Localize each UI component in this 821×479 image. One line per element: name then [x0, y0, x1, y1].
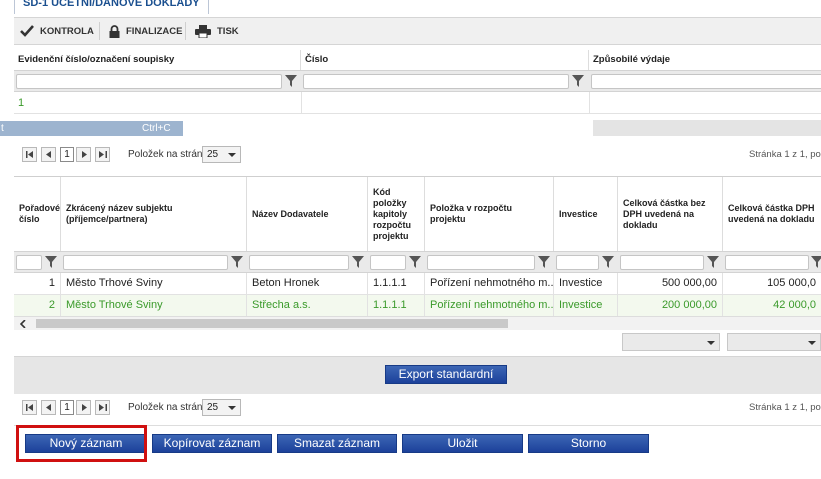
- column-header[interactable]: Celková částka bez DPH uvedená na doklad…: [618, 177, 723, 251]
- cell-value: 1: [18, 97, 25, 109]
- tisk-button[interactable]: TISK: [195, 18, 239, 44]
- scrollbar[interactable]: [593, 120, 821, 136]
- next-page-button[interactable]: [76, 400, 91, 415]
- filter-icon[interactable]: [231, 256, 243, 268]
- copy-tooltip: t Ctrl+C: [0, 121, 183, 136]
- column-header[interactable]: Celková částka DPH uvedená na dokladu: [723, 177, 821, 251]
- filter-icon[interactable]: [45, 256, 57, 268]
- summary-select[interactable]: [622, 333, 720, 351]
- filter-icon[interactable]: [285, 75, 297, 87]
- finalizace-button[interactable]: FINALIZACE: [109, 18, 182, 44]
- filter-input[interactable]: [370, 255, 406, 270]
- filter-input[interactable]: [591, 74, 821, 89]
- column-header[interactable]: Název Dodavatele: [247, 177, 368, 251]
- first-page-icon: [25, 404, 33, 411]
- copy-record-button[interactable]: Kopírovat záznam: [152, 434, 272, 453]
- column-header[interactable]: Číslo: [301, 50, 589, 70]
- last-page-icon: [98, 151, 107, 158]
- first-page-button[interactable]: [22, 400, 37, 415]
- first-page-button[interactable]: [22, 147, 37, 162]
- records-grid: Pořadové číslo Zkrácený název subjektu (…: [14, 176, 821, 318]
- filter-row: [14, 251, 821, 273]
- per-page-label: Položek na stránku: [128, 149, 214, 160]
- page-number[interactable]: 1: [60, 147, 74, 162]
- chevron-down-icon: [707, 341, 715, 345]
- first-page-icon: [25, 151, 33, 158]
- per-page-label: Položek na stránku: [128, 402, 214, 413]
- page-info: Stránka 1 z 1, polož: [749, 402, 821, 413]
- toolbar: KONTROLA FINALIZACE TISK: [14, 17, 821, 45]
- highlight-callout: [16, 425, 147, 462]
- table-row[interactable]: 1 Město Trhové Sviny Beton Hronek 1.1.1.…: [14, 273, 821, 295]
- export-button[interactable]: Export standardní: [385, 365, 507, 384]
- tisk-label: TISK: [217, 25, 239, 37]
- last-page-icon: [98, 404, 107, 411]
- page-number[interactable]: 1: [60, 400, 74, 415]
- filter-input[interactable]: [63, 255, 228, 270]
- column-header[interactable]: Způsobilé výdaje: [589, 50, 821, 70]
- table-row[interactable]: [14, 92, 821, 114]
- prev-page-button[interactable]: [41, 147, 56, 162]
- chevron-down-icon: [808, 341, 816, 345]
- prev-page-icon: [45, 404, 51, 411]
- next-page-button[interactable]: [76, 147, 91, 162]
- pager-bottom: 1 Položek na stránku 25 Stránka 1 z 1, p…: [14, 394, 821, 420]
- scroll-left-icon[interactable]: [20, 320, 26, 328]
- save-button[interactable]: Uložit: [402, 434, 523, 453]
- pager: 1 Položek na stránku 25 Stránka 1 z 1, p…: [14, 141, 821, 167]
- filter-icon[interactable]: [409, 256, 421, 268]
- filter-input[interactable]: [556, 255, 599, 270]
- filter-icon[interactable]: [811, 256, 821, 268]
- horizontal-scrollbar[interactable]: [14, 316, 821, 330]
- per-page-select[interactable]: 25: [202, 399, 241, 416]
- column-header[interactable]: Zkrácený název subjektu (příjemce/partne…: [61, 177, 247, 251]
- filter-input[interactable]: [725, 255, 809, 270]
- scrollbar-thumb[interactable]: [36, 319, 508, 328]
- checkmark-icon: [20, 25, 34, 37]
- filter-input[interactable]: [303, 74, 569, 89]
- filter-input[interactable]: [620, 255, 704, 270]
- chevron-down-icon: [228, 153, 236, 157]
- kontrola-button[interactable]: KONTROLA: [20, 18, 94, 44]
- kontrola-label: KONTROLA: [40, 25, 94, 37]
- column-header[interactable]: Položka v rozpočtu projektu: [425, 177, 554, 251]
- chevron-down-icon: [228, 406, 236, 410]
- column-header[interactable]: Evidenční číslo/označení soupisky: [14, 50, 301, 70]
- column-header[interactable]: Pořadové číslo: [14, 177, 61, 251]
- lock-icon: [109, 24, 120, 38]
- per-page-select[interactable]: 25: [202, 146, 241, 163]
- filter-input[interactable]: [249, 255, 349, 270]
- filter-input[interactable]: [427, 255, 535, 270]
- filter-row: [14, 70, 821, 92]
- page-info: Stránka 1 z 1, polož: [749, 149, 821, 160]
- filter-icon[interactable]: [538, 256, 550, 268]
- filter-icon[interactable]: [707, 256, 719, 268]
- next-page-icon: [81, 404, 87, 411]
- prev-page-icon: [45, 151, 51, 158]
- last-page-button[interactable]: [95, 147, 110, 162]
- filter-icon[interactable]: [572, 75, 584, 87]
- delete-record-button[interactable]: Smazat záznam: [277, 434, 397, 453]
- next-page-icon: [81, 151, 87, 158]
- page-title: SD-1 ÚČETNÍ/DAŇOVÉ DOKLADY: [14, 0, 209, 14]
- summary-row: [14, 330, 821, 356]
- column-header[interactable]: Kód položky kapitoly rozpočtu projektu: [368, 177, 425, 251]
- filter-input[interactable]: [16, 255, 42, 270]
- printer-icon: [195, 24, 211, 38]
- filter-icon[interactable]: [602, 256, 614, 268]
- cancel-button[interactable]: Storno: [528, 434, 649, 453]
- prev-page-button[interactable]: [41, 400, 56, 415]
- export-area: Export standardní: [14, 356, 821, 394]
- summary-select[interactable]: [727, 333, 821, 351]
- filter-icon[interactable]: [352, 256, 364, 268]
- finalizace-label: FINALIZACE: [126, 25, 183, 37]
- table-row-selected[interactable]: 2 Město Trhové Sviny Střecha a.s. 1.1.1.…: [14, 295, 821, 317]
- column-header[interactable]: Investice: [554, 177, 618, 251]
- last-page-button[interactable]: [95, 400, 110, 415]
- filter-input[interactable]: [16, 74, 282, 89]
